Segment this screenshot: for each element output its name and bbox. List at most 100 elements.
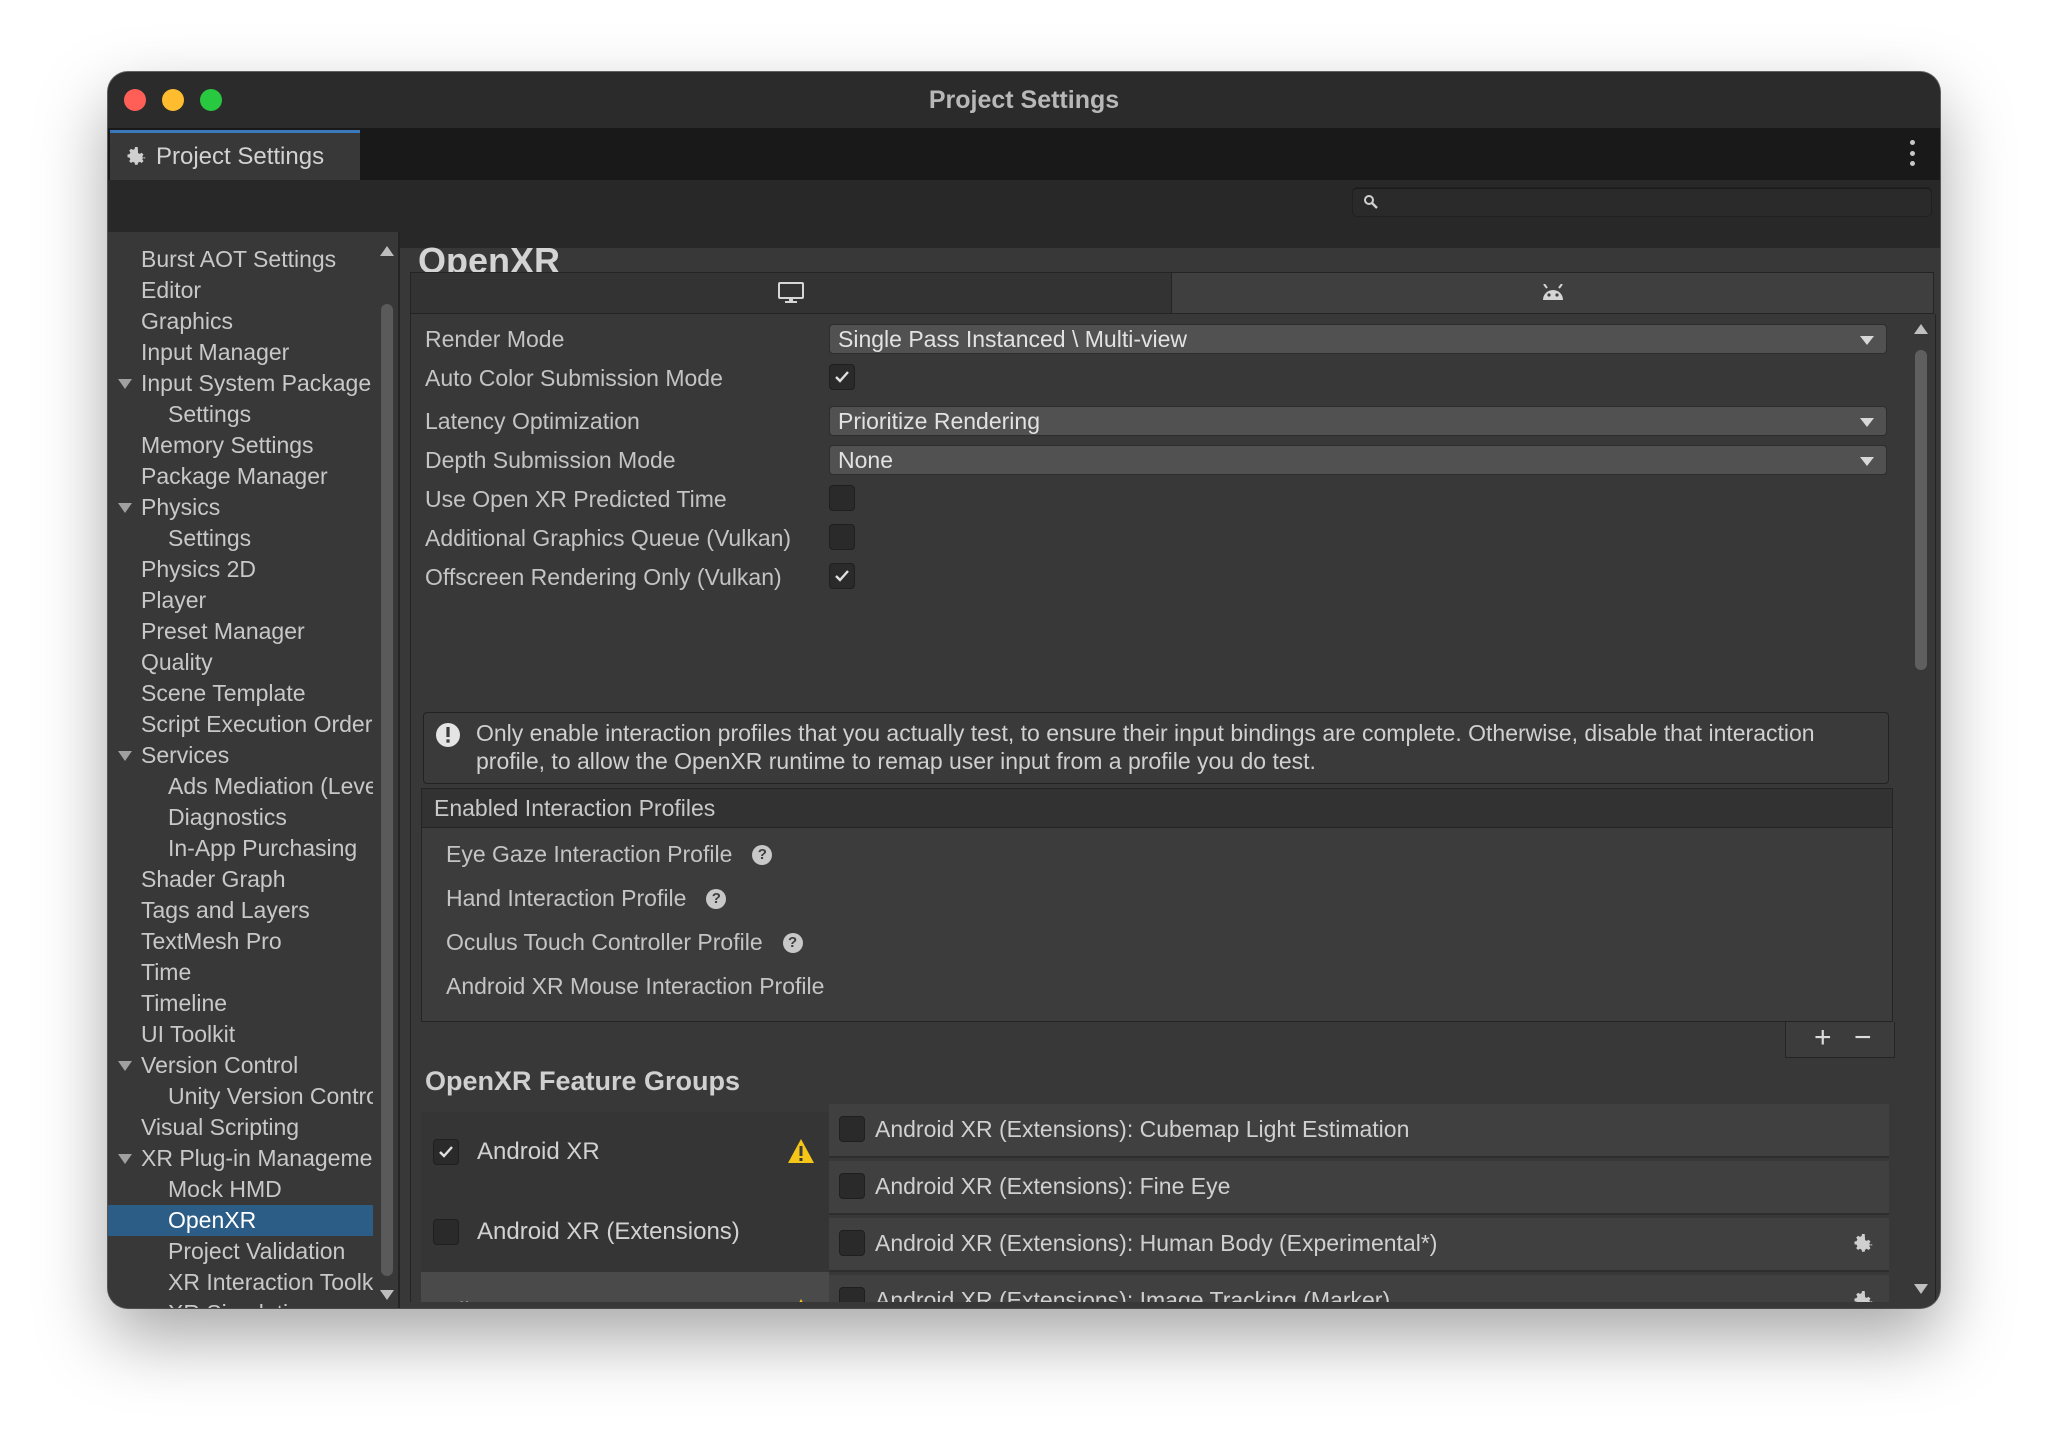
- auto-color-submission-checkbox[interactable]: [829, 364, 855, 390]
- expand-triangle-icon[interactable]: [118, 379, 132, 389]
- content-scrollbar[interactable]: [1911, 314, 1931, 1302]
- sidebar-item-mock-hmd[interactable]: Mock HMD: [108, 1174, 373, 1205]
- offscreen-rendering-label: Offscreen Rendering Only (Vulkan): [425, 564, 782, 590]
- feature-group-android-xr[interactable]: Android XR: [421, 1112, 829, 1192]
- search-input[interactable]: [1352, 187, 1932, 217]
- feature-group-checkbox[interactable]: [433, 1219, 459, 1245]
- sidebar-item-time[interactable]: Time: [108, 957, 373, 988]
- sidebar-item-label: Preset Manager: [141, 618, 305, 644]
- warning-icon: [799, 1299, 803, 1302]
- feature-checkbox[interactable]: [839, 1116, 865, 1142]
- warning-badge[interactable]: [787, 1298, 815, 1302]
- sidebar-item-package-manager[interactable]: Package Manager: [108, 461, 373, 492]
- expand-triangle-icon[interactable]: [118, 751, 132, 761]
- sidebar-item-quality[interactable]: Quality: [108, 647, 373, 678]
- sidebar-item-script-execution-order[interactable]: Script Execution Order: [108, 709, 373, 740]
- sidebar-item-label: Mock HMD: [168, 1176, 282, 1202]
- feature-group-android-xr-extensions[interactable]: Android XR (Extensions): [421, 1192, 829, 1272]
- profile-item-android-xr-mouse-interaction-profile[interactable]: Android XR Mouse Interaction Profile: [446, 973, 824, 1000]
- scroll-down-arrow-icon[interactable]: [1914, 1284, 1928, 1294]
- sidebar-item-xr-plug-in-management[interactable]: XR Plug-in Management: [108, 1143, 373, 1174]
- more-options-icon[interactable]: [1910, 140, 1916, 166]
- feature-group-checkbox[interactable]: [433, 1139, 459, 1165]
- sidebar-item-settings[interactable]: Settings: [108, 399, 373, 430]
- sidebar-item-graphics[interactable]: Graphics: [108, 306, 373, 337]
- sidebar-item-services[interactable]: Services: [108, 740, 373, 771]
- sidebar-item-input-manager[interactable]: Input Manager: [108, 337, 373, 368]
- scroll-down-arrow-icon[interactable]: [380, 1290, 394, 1300]
- tab-android[interactable]: [1172, 273, 1933, 313]
- sidebar-item-tags-and-layers[interactable]: Tags and Layers: [108, 895, 373, 926]
- latency-optimization-dropdown[interactable]: Prioritize Rendering: [829, 406, 1887, 436]
- scroll-up-arrow-icon[interactable]: [1914, 324, 1928, 334]
- feature-settings-button[interactable]: [1851, 1232, 1875, 1261]
- expand-triangle-icon[interactable]: [118, 1154, 132, 1164]
- feature-settings-button[interactable]: [1851, 1289, 1875, 1302]
- latency-optimization-label: Latency Optimization: [425, 408, 640, 434]
- sidebar-item-ads-mediation-levelplay[interactable]: Ads Mediation (LevelPlay): [108, 771, 373, 802]
- interaction-profiles-header: Enabled Interaction Profiles: [422, 789, 1892, 828]
- profile-item-oculus-touch-controller-profile[interactable]: Oculus Touch Controller Profile?: [446, 929, 803, 956]
- depth-submission-label: Depth Submission Mode: [425, 447, 676, 473]
- expand-triangle-icon[interactable]: [118, 1061, 132, 1071]
- add-profile-button[interactable]: +: [1814, 1022, 1832, 1054]
- sidebar-item-label: Physics: [141, 494, 221, 520]
- help-icon[interactable]: ?: [706, 888, 727, 909]
- sidebar-item-physics[interactable]: Physics: [108, 492, 373, 523]
- sidebar-item-xr-simulation[interactable]: XR Simulation: [108, 1298, 373, 1308]
- sidebar-item-physics-2d[interactable]: Physics 2D: [108, 554, 373, 585]
- tab-project-settings[interactable]: Project Settings: [110, 130, 360, 180]
- sidebar-item-label: Graphics: [141, 308, 234, 334]
- offscreen-rendering-checkbox[interactable]: [829, 563, 855, 589]
- expand-triangle-icon[interactable]: [118, 503, 132, 513]
- profile-item-hand-interaction-profile[interactable]: Hand Interaction Profile?: [446, 885, 727, 912]
- sidebar-item-xr-interaction-toolkit[interactable]: XR Interaction Toolkit: [108, 1267, 373, 1298]
- sidebar-item-in-app-purchasing[interactable]: In-App Purchasing: [108, 833, 373, 864]
- sidebar-item-shader-graph[interactable]: Shader Graph: [108, 864, 373, 895]
- search-toolbar: [108, 180, 1940, 232]
- sidebar-item-label: Scene Template: [141, 680, 306, 706]
- sidebar-item-version-control[interactable]: Version Control: [108, 1050, 373, 1081]
- scroll-up-arrow-icon[interactable]: [380, 246, 394, 256]
- gear-icon: [1854, 1291, 1873, 1302]
- sidebar-item-label: Settings: [168, 525, 252, 551]
- tab-standalone[interactable]: [411, 273, 1172, 313]
- feature-checkbox[interactable]: [839, 1173, 865, 1199]
- sidebar-item-player[interactable]: Player: [108, 585, 373, 616]
- predicted-time-checkbox[interactable]: [829, 485, 855, 511]
- sidebar-item-settings[interactable]: Settings: [108, 523, 373, 554]
- profile-item-eye-gaze-interaction-profile[interactable]: Eye Gaze Interaction Profile?: [446, 841, 773, 868]
- content-scroll-thumb[interactable]: [1915, 350, 1927, 670]
- sidebar-item-project-validation[interactable]: Project Validation: [108, 1236, 373, 1267]
- sidebar-item-openxr[interactable]: OpenXR: [108, 1205, 373, 1236]
- depth-submission-dropdown[interactable]: None: [829, 445, 1887, 475]
- feature-group-all-features[interactable]: All Features: [421, 1272, 829, 1302]
- feature-checkbox[interactable]: [839, 1230, 865, 1256]
- remove-profile-button[interactable]: −: [1854, 1022, 1872, 1054]
- sidebar-item-input-system-package[interactable]: Input System Package: [108, 368, 373, 399]
- feature-row-android-xr-extensions-cubemap-light-estimation: Android XR (Extensions): Cubemap Light E…: [829, 1104, 1889, 1158]
- sidebar-item-diagnostics[interactable]: Diagnostics: [108, 802, 373, 833]
- sidebar-scrollbar[interactable]: [376, 232, 398, 1308]
- warning-badge[interactable]: [787, 1138, 815, 1169]
- sidebar-item-preset-manager[interactable]: Preset Manager: [108, 616, 373, 647]
- sidebar-item-editor[interactable]: Editor: [108, 275, 373, 306]
- sidebar-item-memory-settings[interactable]: Memory Settings: [108, 430, 373, 461]
- feature-checkbox[interactable]: [839, 1287, 865, 1302]
- graphics-queue-checkbox[interactable]: [829, 524, 855, 550]
- sidebar-scroll-thumb[interactable]: [381, 304, 393, 1276]
- info-icon: [436, 723, 460, 747]
- render-mode-dropdown[interactable]: Single Pass Instanced \ Multi-view: [829, 324, 1887, 354]
- project-settings-window: Project Settings Project Settings Burst …: [108, 72, 1940, 1308]
- sidebar-item-visual-scripting[interactable]: Visual Scripting: [108, 1112, 373, 1143]
- help-icon[interactable]: ?: [782, 932, 803, 953]
- sidebar-item-timeline[interactable]: Timeline: [108, 988, 373, 1019]
- sidebar-item-burst-aot-settings[interactable]: Burst AOT Settings: [108, 244, 373, 275]
- sidebar-item-label: Input System Package: [141, 370, 372, 396]
- sidebar-item-label: Editor: [141, 277, 202, 303]
- sidebar-item-textmesh-pro[interactable]: TextMesh Pro: [108, 926, 373, 957]
- help-icon[interactable]: ?: [752, 844, 773, 865]
- sidebar-item-unity-version-control[interactable]: Unity Version Control: [108, 1081, 373, 1112]
- sidebar-item-scene-template[interactable]: Scene Template: [108, 678, 373, 709]
- sidebar-item-ui-toolkit[interactable]: UI Toolkit: [108, 1019, 373, 1050]
